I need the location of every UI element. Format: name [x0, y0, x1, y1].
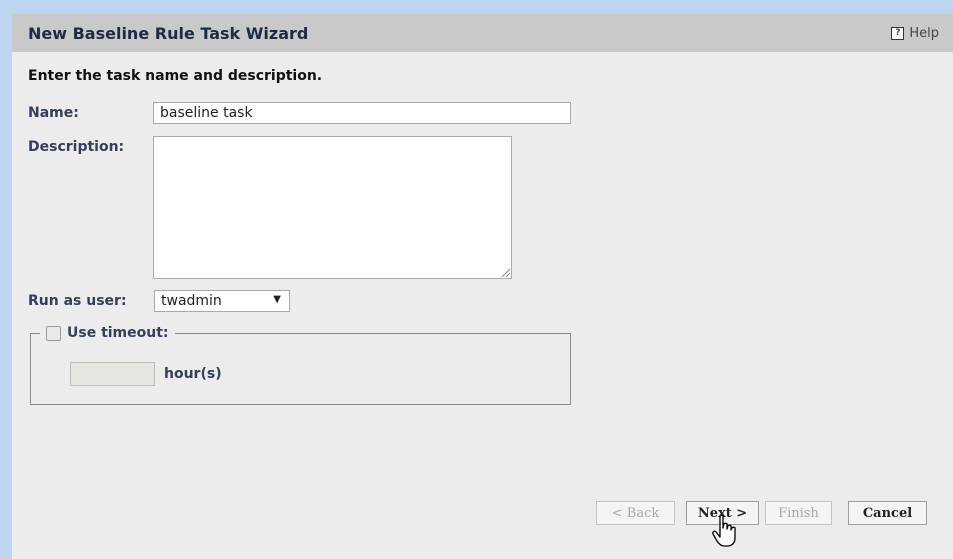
description-label: Description:: [28, 139, 125, 155]
resize-grip-icon[interactable]: [500, 267, 510, 277]
wizard-panel: New Baseline Rule Task Wizard ? Help Ent…: [12, 14, 953, 559]
run-as-label: Run as user:: [28, 293, 127, 309]
run-as-select[interactable]: twadmin ▼: [154, 290, 290, 312]
finish-button[interactable]: Finish: [765, 501, 832, 525]
run-as-value: twadmin: [161, 293, 222, 309]
use-timeout-label: Use timeout:: [67, 325, 169, 341]
back-button[interactable]: < Back: [596, 501, 675, 525]
chevron-down-icon: ▼: [273, 294, 281, 305]
cancel-button[interactable]: Cancel: [848, 501, 927, 525]
wizard-titlebar: New Baseline Rule Task Wizard ? Help: [12, 14, 953, 52]
timeout-legend: Use timeout:: [40, 325, 175, 341]
description-textarea[interactable]: [153, 136, 512, 279]
help-label: Help: [909, 26, 939, 41]
help-icon: ?: [891, 27, 905, 40]
hand-pointer-icon: [712, 514, 736, 547]
help-link[interactable]: ? Help: [891, 26, 939, 41]
timeout-hours-input[interactable]: [70, 362, 155, 386]
name-input[interactable]: [153, 102, 571, 124]
instructions-text: Enter the task name and description.: [28, 68, 323, 84]
hours-unit-label: hour(s): [164, 366, 222, 382]
use-timeout-checkbox[interactable]: [46, 325, 61, 341]
name-label: Name:: [28, 105, 79, 121]
wizard-title: New Baseline Rule Task Wizard: [28, 24, 309, 43]
